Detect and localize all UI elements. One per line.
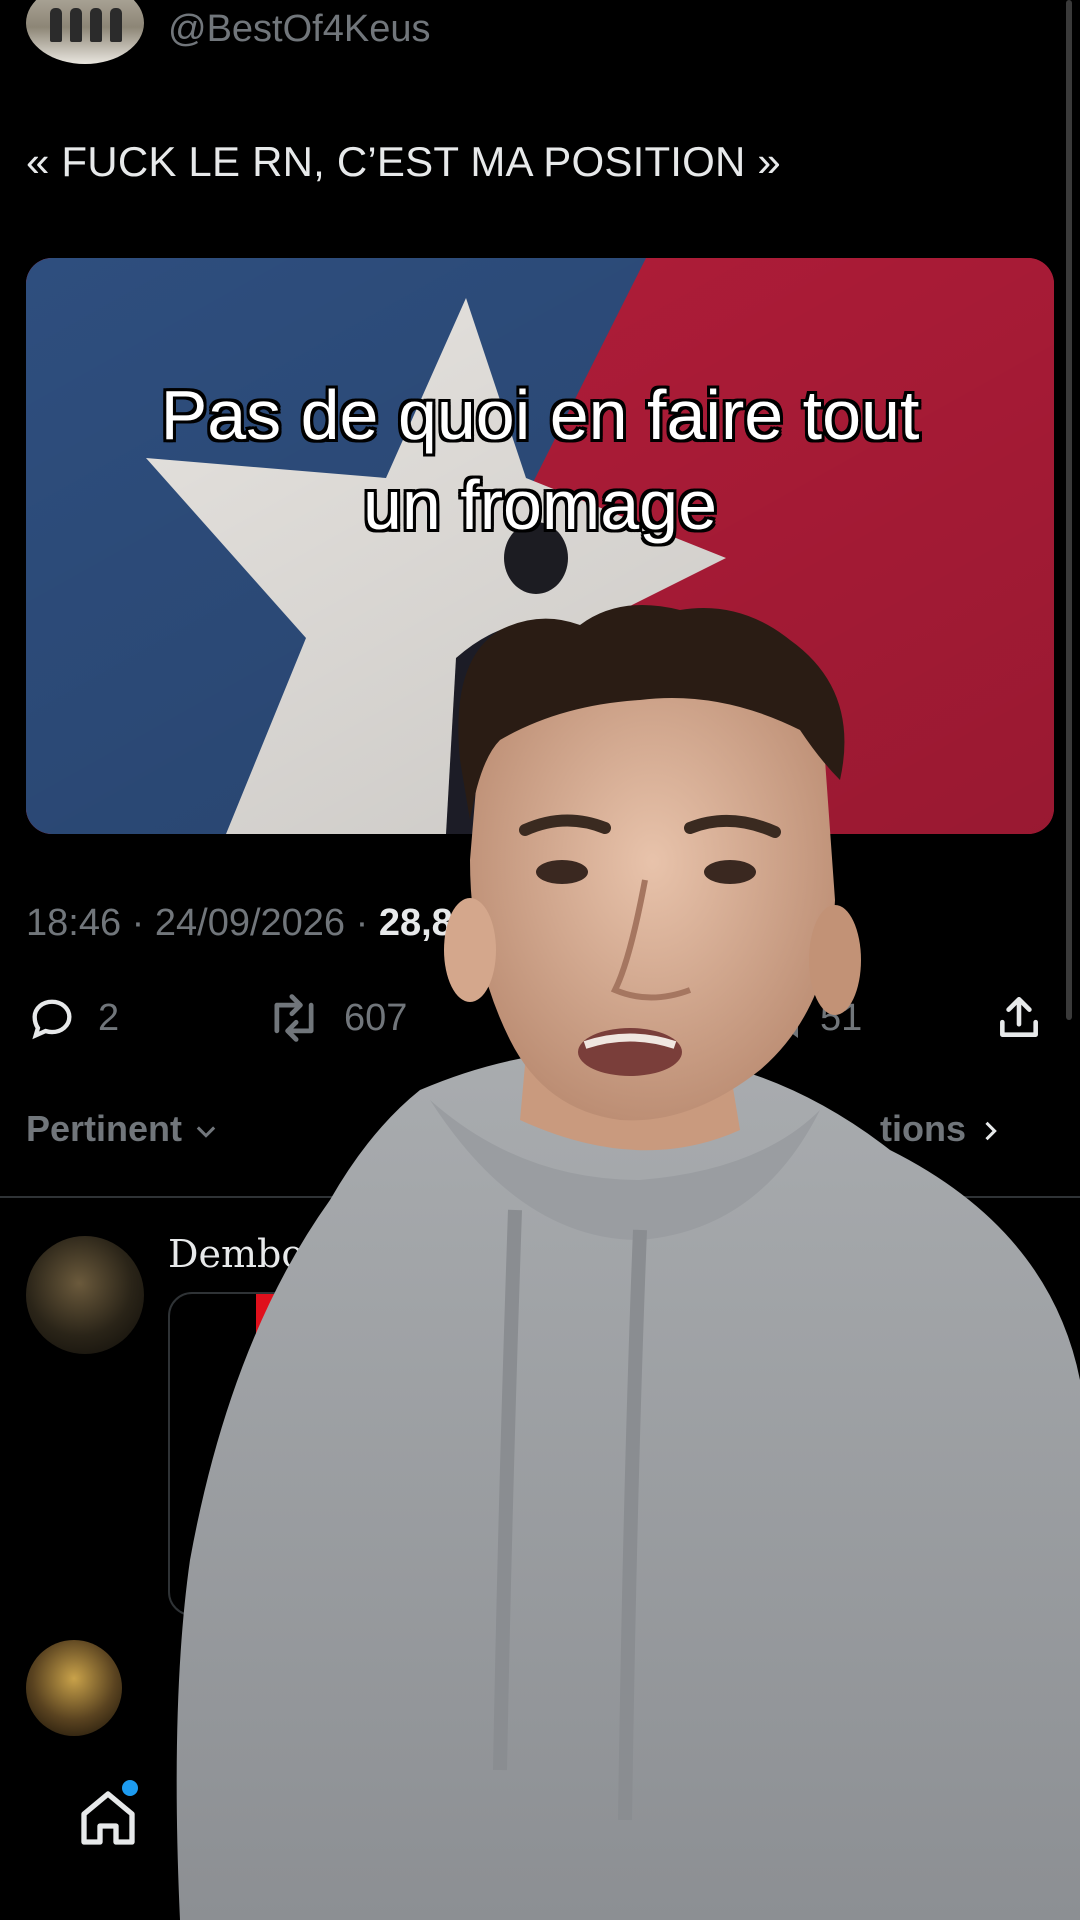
presenter-video-overlay <box>176 605 1080 1920</box>
